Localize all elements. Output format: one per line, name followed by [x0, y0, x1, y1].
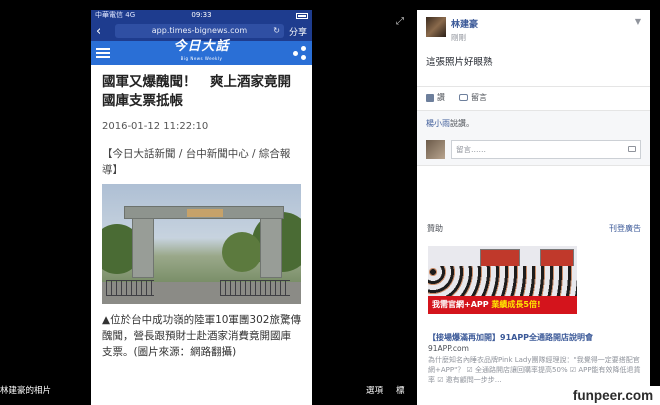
post-timestamp[interactable]: 剛剛: [451, 32, 478, 43]
post-text: 這張照片好眼熟: [426, 57, 493, 68]
browser-url-bar: ‹ app.times-bignews.com ↻ 分享: [91, 21, 312, 41]
photo-caption: ▲位於台中成功嶺的陸軍10軍團302旅驚傳醜聞，營長跟預財士赴酒家消費竟開國庫支…: [102, 314, 301, 358]
comment-input[interactable]: 留言……: [451, 140, 641, 159]
viewer-avatar: [426, 140, 445, 159]
ad-image[interactable]: 我需官網+APP 業績成長5倍!: [428, 246, 577, 314]
options-button[interactable]: 選項: [366, 384, 383, 396]
logo-subtitle: Big News Weekly: [180, 56, 223, 61]
share-icon[interactable]: [293, 46, 307, 60]
battery-icon: [296, 12, 308, 19]
chevron-down-icon[interactable]: ▼: [635, 17, 641, 43]
phone-screenshot: 中華電信 4G 09:33 ‹ app.times-bignews.com ↻ …: [91, 10, 312, 405]
facebook-side-panel: 林建豪 剛剛 ▼ 這張照片好眼熟 讚 留言 楊小雨說讚。 留言…… 贊助 刊登廣…: [417, 10, 650, 405]
phone-status-bar: 中華電信 4G 09:33: [91, 10, 312, 21]
sponsored-label: 贊助: [427, 224, 443, 233]
comment-label: 留言: [471, 93, 487, 102]
watermark: funpeer.com: [566, 386, 660, 405]
article-headline: 國軍又爆醜聞！ 爽上酒家竟開國庫支票抵帳: [102, 74, 291, 109]
ad-banner-text: 我需官網+APP: [432, 300, 489, 309]
thumbs-up-icon: [426, 93, 434, 102]
like-button[interactable]: 讚: [426, 92, 445, 103]
article-date: 2016-01-12 11:22:10: [102, 121, 209, 132]
url-field[interactable]: app.times-bignews.com ↻: [115, 24, 284, 38]
logo-text: 今日大話: [173, 39, 230, 54]
url-text: app.times-bignews.com: [151, 26, 248, 35]
article: 國軍又爆醜聞！ 爽上酒家竟開國庫支票抵帳 2016-01-12 11:22:10…: [91, 65, 312, 360]
comment-placeholder: 留言……: [456, 145, 486, 154]
sponsored-header: 贊助 刊登廣告: [427, 223, 641, 234]
fullscreen-icon[interactable]: ⤢: [396, 16, 404, 27]
post-header: 林建豪 剛剛 ▼: [417, 10, 650, 43]
likes-summary: 楊小雨說讚。: [417, 110, 650, 136]
article-source: 【今日大話新聞 / 台中新聞中心 / 綜合報導】: [102, 148, 291, 176]
post-actions: 讚 留言: [417, 86, 650, 103]
comment-button[interactable]: 留言: [459, 92, 487, 103]
ad-domain[interactable]: 91APP.com: [428, 344, 469, 353]
ad-description: 為什麼知名內睡衣品牌Pink Lady團隊經理說："我覺得一定要搭配官網+APP…: [428, 356, 641, 384]
ad-audience: [428, 266, 577, 300]
share-button[interactable]: 分享: [289, 25, 307, 38]
clock: 09:33: [191, 11, 212, 19]
ad-banner: 我需官網+APP 業績成長5倍!: [428, 296, 577, 314]
site-logo[interactable]: 今日大話 Big News Weekly: [110, 39, 293, 65]
comment-composer: 留言……: [417, 136, 650, 166]
likes-suffix: 說讚。: [450, 119, 474, 128]
article-photo: [102, 184, 301, 304]
site-header: 今日大話 Big News Weekly: [91, 39, 312, 65]
comment-icon: [459, 94, 468, 101]
liker-name[interactable]: 楊小雨: [426, 119, 450, 128]
back-arrow-icon[interactable]: ‹: [96, 24, 110, 39]
create-ad-link[interactable]: 刊登廣告: [609, 223, 641, 234]
ad-title[interactable]: 【接場爆滿再加開】91APP全通路開店說明會: [428, 333, 643, 343]
author-avatar[interactable]: [426, 17, 446, 37]
like-label: 讚: [437, 93, 445, 102]
reload-icon[interactable]: ↻: [273, 24, 280, 38]
ad-banner-highlight: 業績成長5倍!: [491, 300, 541, 309]
author-name[interactable]: 林建豪: [451, 17, 478, 30]
tag-button[interactable]: 標: [396, 384, 405, 396]
camera-icon[interactable]: [628, 146, 636, 152]
hamburger-menu-icon[interactable]: [96, 48, 110, 58]
photo-owner-link[interactable]: 林建豪的相片: [0, 384, 51, 396]
